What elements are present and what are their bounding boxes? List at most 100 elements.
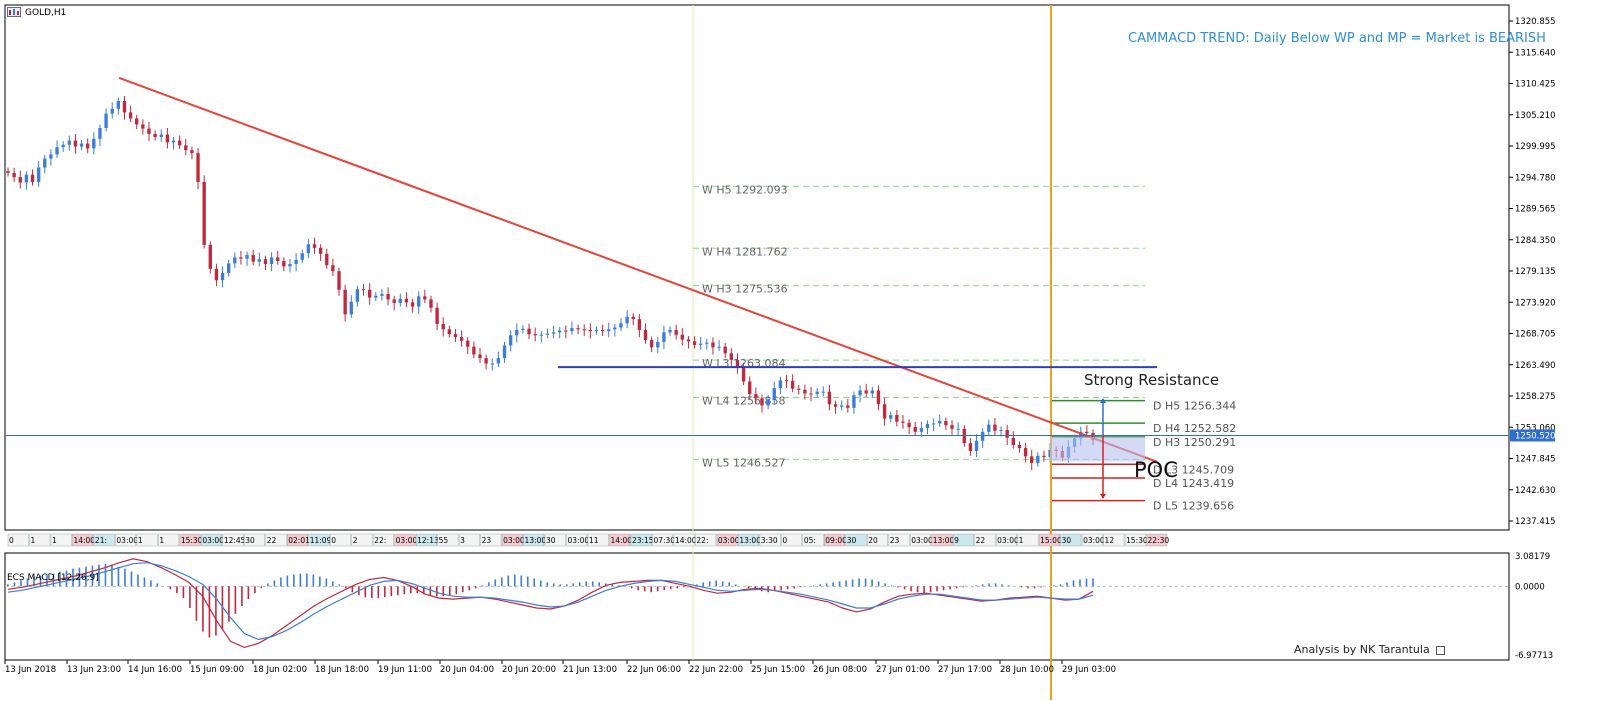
candle-body-32 [202, 181, 206, 245]
symbol-label: GOLD,H1 [25, 8, 67, 18]
session-label-14: 11:09 [310, 536, 332, 545]
candle-body-155 [956, 428, 960, 430]
candle-body-167 [1030, 456, 1034, 463]
candle-body-139 [858, 390, 862, 396]
session-label-51: 12 [1105, 536, 1115, 545]
candle-body-163 [1005, 430, 1009, 438]
price-tick-label-16: 1237.415 [1515, 517, 1556, 527]
session-label-7: 1 [159, 536, 164, 545]
candle-body-136 [839, 405, 844, 407]
candle-body-31 [196, 153, 200, 182]
candle-body-69 [429, 299, 433, 308]
candle-body-72 [447, 329, 452, 335]
time-tick-label-10: 22 Jun 06:00 [627, 665, 681, 675]
session-label-33: 03:00 [718, 536, 740, 545]
session-label-4: 21: [95, 536, 107, 545]
main-plot-border [4, 4, 1510, 531]
candle-body-124 [766, 400, 770, 406]
candle-body-52 [325, 253, 329, 266]
candle-body-22 [141, 124, 145, 129]
candle-body-33 [208, 244, 212, 269]
candle-body-68 [423, 296, 427, 300]
candle-body-12 [79, 143, 84, 147]
candle-body-106 [656, 341, 660, 348]
chart-window-icon [7, 7, 21, 17]
session-label-32: 22: [696, 536, 708, 545]
time-tick-label-0: 13 Jun 2018 [5, 665, 56, 675]
analysis-credit-text: Analysis by NK Tarantula [1294, 643, 1430, 656]
candle-body-147 [907, 422, 911, 428]
candle-body-160 [987, 424, 991, 432]
session-label-49: 30 [1062, 536, 1072, 545]
candle-body-162 [999, 430, 1003, 432]
gold-h1-chart: W H5 1292.093 W H4 1281.762 W H3 1275.536 W… [4, 4, 1556, 700]
session-label-21: 3 [460, 536, 465, 545]
candle-body-71 [441, 323, 445, 330]
candle-body-114 [705, 342, 709, 344]
candle-body-64 [398, 298, 402, 303]
candle-body-164 [1011, 437, 1015, 445]
candle-body-76 [472, 346, 476, 355]
session-label-13: 02:01 [288, 536, 310, 545]
candle-body-0 [6, 171, 10, 173]
macd-tick-label-2: -6.97713 [1515, 651, 1553, 661]
poc-zone [1050, 436, 1145, 462]
candle-body-19 [122, 101, 127, 113]
candle-body-141 [870, 390, 874, 394]
session-label-22: 23 [482, 536, 492, 545]
candle-body-113 [699, 343, 703, 345]
candle-body-18 [116, 101, 121, 109]
candle-body-90 [558, 330, 562, 333]
candle-body-118 [729, 353, 734, 360]
overlays [5, 5, 1509, 700]
candle-body-38 [239, 257, 243, 259]
candle-body-130 [803, 389, 807, 394]
candle-body-99 [613, 327, 617, 330]
candle-body-108 [668, 329, 672, 333]
close-box-icon [1436, 645, 1446, 655]
price-tick-label-7: 1284.350 [1515, 236, 1556, 246]
candle-body-169 [1042, 455, 1046, 457]
price-tick-label-3: 1305.210 [1515, 111, 1556, 121]
candle-body-157 [968, 443, 973, 451]
candle-body-56 [349, 301, 353, 315]
candle-body-63 [392, 299, 396, 303]
candle-body-40 [251, 255, 255, 262]
session-label-36: 0 [782, 536, 787, 545]
session-label-24: 13:00 [525, 536, 547, 545]
price-tick-label-1: 1315.640 [1515, 48, 1556, 58]
time-tick-label-6: 19 Jun 11:00 [378, 665, 432, 675]
session-label-8: 15:30 [181, 536, 203, 545]
candle-body-78 [484, 358, 488, 364]
candle-body-100 [619, 323, 623, 328]
candle-body-176 [1085, 431, 1089, 434]
session-label-17: 22: [374, 536, 386, 545]
session-label-28: 14:00 [610, 536, 632, 545]
candle-body-10 [67, 140, 71, 145]
candle-body-145 [895, 415, 899, 422]
session-label-34: 13:00 [739, 536, 761, 545]
session-label-2: 1 [52, 536, 57, 545]
macd-indicator-label: ECS MACD [12,26,9] [7, 573, 99, 583]
candle-body-156 [962, 428, 966, 444]
candle-body-143 [882, 404, 887, 419]
candle-body-159 [980, 431, 985, 441]
weekly-level-label-1: W H4 1281.762 [702, 245, 788, 258]
candle-body-89 [551, 332, 556, 334]
session-label-47: 1 [1019, 536, 1024, 545]
price-tick-label-12: 1258.275 [1515, 392, 1556, 402]
candle-body-9 [61, 144, 65, 148]
session-label-5: 03:00 [116, 536, 138, 545]
macd-line [7, 558, 1094, 649]
daily-level-label-0: D H5 1256.344 [1153, 400, 1236, 413]
candle-body-91 [564, 330, 568, 332]
candle-body-84 [521, 328, 525, 330]
price-axis: 1320.855 1315.640 1310.425 1305.210 1299.995… [1509, 17, 1556, 527]
candle-body-133 [821, 391, 825, 393]
session-label-0: 0 [9, 536, 14, 545]
session-label-11: 30 [245, 536, 255, 545]
session-label-42: 03:00 [911, 536, 933, 545]
session-label-50: 03:00 [1083, 536, 1105, 545]
candle-body-11 [73, 140, 78, 147]
session-label-35: 3:30 [761, 536, 778, 545]
